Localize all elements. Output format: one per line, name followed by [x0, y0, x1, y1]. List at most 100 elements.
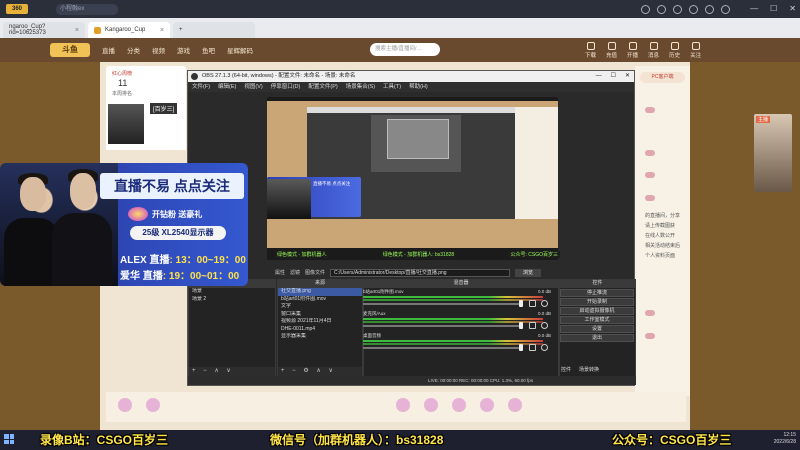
source-item[interactable]: b站art01附件图.mov — [278, 296, 362, 304]
gift-icon[interactable] — [424, 398, 438, 412]
studio-mode-button[interactable]: 工作室模式 — [560, 316, 634, 324]
menu-file[interactable]: 文件(F) — [192, 82, 210, 92]
source-item[interactable]: 文字 — [278, 303, 362, 311]
menu-docks[interactable]: 停靠窗口(D) — [271, 82, 301, 92]
history-icon[interactable] — [641, 4, 650, 14]
taskbar-clock[interactable]: 12:15 2022/6/28 — [774, 432, 796, 446]
menu-edit[interactable]: 编辑(E) — [218, 82, 236, 92]
gear-icon[interactable] — [541, 322, 548, 329]
menu-tools[interactable]: 工具(T) — [383, 82, 401, 92]
pc-client-button[interactable]: PC客户端 — [640, 72, 685, 83]
virtual-camera-button[interactable]: 启动虚拟摄像机 — [560, 307, 634, 315]
source-item[interactable]: DHE-0011.mp4 — [278, 326, 362, 334]
settings-button[interactable]: 设置 — [560, 325, 634, 333]
nav-history[interactable]: 历史 — [669, 42, 680, 59]
notification-icon[interactable] — [705, 4, 714, 14]
minimize-icon[interactable]: — — [596, 71, 602, 82]
speaker-icon[interactable] — [529, 344, 536, 351]
tab-controls[interactable]: 控件 — [561, 366, 571, 373]
bookmark-icon[interactable] — [673, 4, 682, 14]
obs-window: OBS 27.1.3 (64-bit, windows) - 配置文件: 未命名… — [187, 70, 636, 386]
mixer-channel: 麦克风/Aux 0.0 dB — [363, 311, 553, 333]
menu-profile[interactable]: 配置文件(P) — [308, 82, 337, 92]
scenes-dock-toolbar[interactable]: + − ∧ ∨ — [189, 367, 275, 376]
exit-button[interactable]: 退出 — [560, 334, 634, 342]
browser-search-input[interactable]: 小程融ex — [56, 3, 118, 15]
volume-knob[interactable] — [519, 322, 523, 329]
badge-icon — [645, 172, 655, 178]
browser-tab-active[interactable]: Kangaroo_Cup × — [88, 22, 170, 38]
nav-follow[interactable]: 关注 — [690, 42, 701, 59]
nav-item-star[interactable]: 星辉解码 — [227, 45, 253, 55]
gift-icon[interactable] — [508, 398, 522, 412]
volume-knob[interactable] — [519, 344, 523, 351]
speaker-icon[interactable] — [529, 322, 536, 329]
sources-dock-toolbar[interactable]: + − ⚙ ∧ ∨ — [278, 367, 362, 376]
source-item[interactable]: 视频源 2021年11月4日 — [278, 318, 362, 326]
source-item[interactable]: 社交直播.png — [278, 288, 362, 296]
filters-button[interactable]: 滤镜 — [290, 269, 300, 276]
site-logo[interactable]: 斗鱼 — [50, 43, 90, 57]
volume-slider[interactable] — [363, 347, 523, 349]
scene-item[interactable]: 场景 — [189, 288, 275, 296]
controls-dock-tabs: 控件 场景转换 — [561, 366, 599, 373]
properties-button[interactable]: 属性 — [275, 269, 285, 276]
windows-start-icon[interactable] — [4, 434, 14, 444]
side-ad-image[interactable] — [754, 114, 792, 192]
maximize-icon[interactable]: ☐ — [770, 4, 777, 13]
controls-dock-header: 控件 — [559, 279, 636, 287]
mixer-channel-name: 桌面音频 — [363, 333, 381, 338]
site-search-input[interactable]: 搜索主播/直播间/… — [370, 43, 440, 56]
nav-recharge[interactable]: 充值 — [606, 42, 617, 59]
volume-knob[interactable] — [519, 300, 523, 307]
shirt-icon[interactable] — [689, 4, 698, 14]
nav-item-video[interactable]: 视频 — [152, 45, 165, 55]
gift-icon[interactable] — [396, 398, 410, 412]
speaker-icon[interactable] — [529, 300, 536, 307]
obs-preview[interactable]: 直播不易 点点关注 绿色模式 - 加群机器人 绿色模式 - 加群机器人: bs3… — [267, 97, 560, 260]
new-tab-button[interactable]: + — [173, 22, 255, 38]
source-item[interactable]: 显示器采集 — [278, 333, 362, 341]
minimize-icon[interactable]: — — [750, 4, 758, 13]
browser-tab[interactable]: ngaroo_Cup?rid=10625373 × — [3, 22, 85, 38]
tab-transitions[interactable]: 场景转换 — [579, 366, 599, 373]
tab-close-icon[interactable]: × — [75, 27, 79, 34]
menu-icon[interactable] — [721, 4, 730, 14]
scene-item[interactable]: 场景 2 — [189, 296, 275, 304]
browse-button[interactable]: 浏览 — [515, 268, 542, 277]
maximize-icon[interactable]: ☐ — [611, 71, 616, 82]
nav-item-live[interactable]: 直播 — [102, 45, 115, 55]
gift-icon[interactable] — [146, 398, 160, 412]
nav-broadcast[interactable]: 开播 — [627, 42, 638, 59]
clock-icon — [670, 42, 679, 50]
nav-item-forum[interactable]: 鱼吧 — [202, 45, 215, 55]
refresh-icon[interactable] — [657, 4, 666, 14]
gift-icon[interactable] — [118, 398, 132, 412]
anchor-avatar[interactable] — [108, 104, 144, 144]
volume-slider[interactable] — [363, 303, 523, 305]
nav-download[interactable]: 下载 — [585, 42, 596, 59]
menu-view[interactable]: 视图(V) — [244, 82, 262, 92]
close-icon[interactable]: ✕ — [789, 4, 796, 13]
anchor-name[interactable]: [百岁三] — [150, 103, 178, 114]
screen: 360 小程融ex — ☐ ✕ ngaroo_Cup?rid=10625373 … — [0, 0, 800, 450]
stop-streaming-button[interactable]: 停止推流 — [560, 289, 634, 297]
nav-item-category[interactable]: 分类 — [127, 45, 140, 55]
tab-close-icon[interactable]: × — [160, 27, 164, 34]
menu-scene-collection[interactable]: 场景集合(S) — [346, 82, 375, 92]
gift-icon[interactable] — [480, 398, 494, 412]
start-recording-button[interactable]: 开始录制 — [560, 298, 634, 306]
gear-icon[interactable] — [541, 344, 548, 351]
gift-icon[interactable] — [452, 398, 466, 412]
preview-chat-side — [515, 107, 558, 219]
close-icon[interactable]: ✕ — [625, 71, 630, 82]
nav-message[interactable]: 消息 — [648, 42, 659, 59]
chat-panel — [635, 66, 690, 396]
gear-icon[interactable] — [541, 300, 548, 307]
menu-help[interactable]: 帮助(H) — [409, 82, 428, 92]
volume-slider[interactable] — [363, 325, 523, 327]
image-path-input[interactable]: C:/Users/Administrator/Desktop/直播/社交直播.p… — [330, 268, 511, 277]
nav-item-game[interactable]: 游戏 — [177, 45, 190, 55]
source-item[interactable]: 窗口采集 — [278, 311, 362, 319]
schedule-name: ALEX 直播 — [120, 255, 170, 266]
